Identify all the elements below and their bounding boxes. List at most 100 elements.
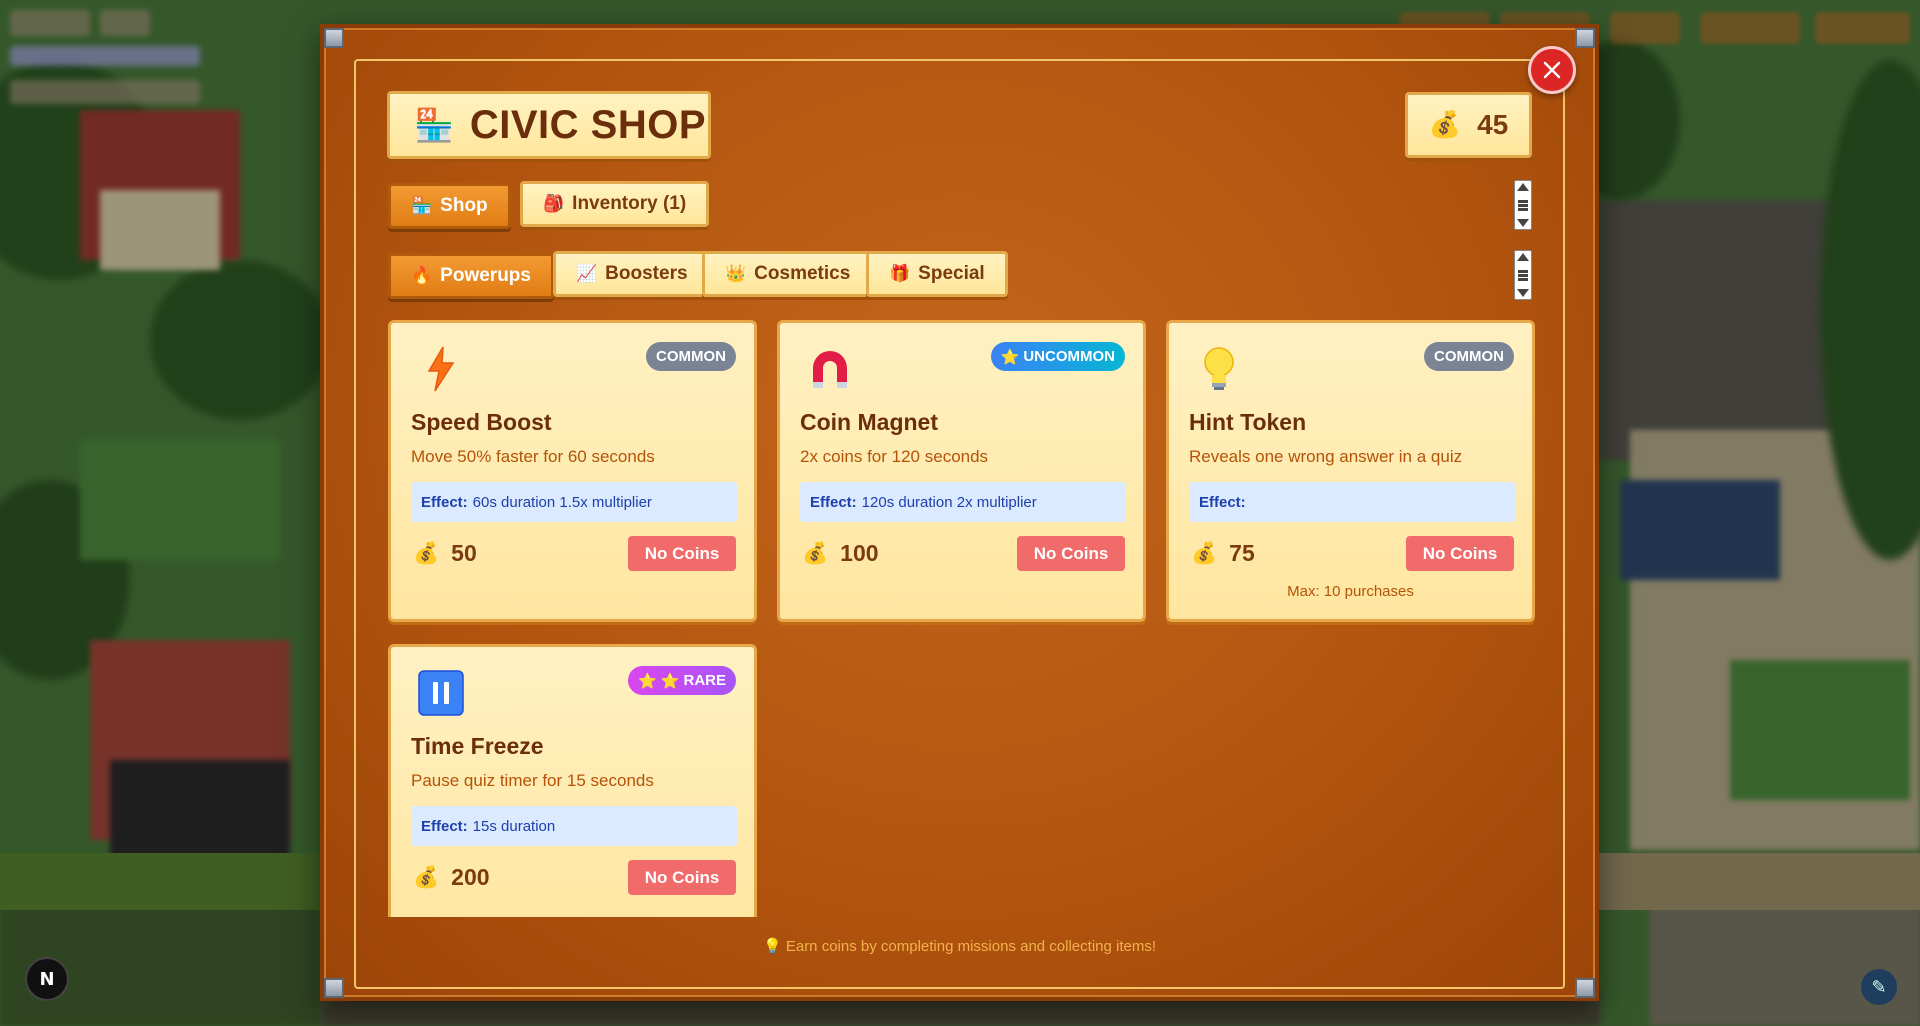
tabs-scroll-control[interactable]	[1514, 180, 1532, 230]
close-button[interactable]	[1528, 46, 1576, 94]
shop-title-box: 🏪 CIVIC SHOP	[387, 91, 711, 159]
category-boosters[interactable]: 📈 Boosters	[553, 251, 711, 297]
item-effect: Effect: 60s duration 1.5x multiplier	[411, 482, 737, 522]
scroll-down-icon[interactable]	[1517, 289, 1529, 297]
categories-scroll-control[interactable]	[1514, 250, 1532, 300]
crown-icon: 👑	[725, 264, 747, 283]
item-effect: Effect: 15s duration	[411, 806, 737, 846]
category-label: Boosters	[605, 263, 688, 284]
item-price: 💰 75	[1191, 540, 1255, 567]
price-value: 75	[1229, 540, 1255, 566]
price-value: 200	[451, 864, 490, 890]
effect-value: 120s duration 2x multiplier	[861, 493, 1037, 511]
item-description: 2x coins for 120 seconds	[800, 447, 989, 466]
item-effect: Effect: 120s duration 2x multiplier	[800, 482, 1126, 522]
item-price: 💰 100	[802, 540, 879, 567]
footer-tip-text: Earn coins by completing missions and co…	[785, 938, 1157, 955]
buy-button[interactable]: No Coins	[628, 536, 736, 571]
buy-button[interactable]: No Coins	[628, 860, 736, 895]
rarity-label: RARE	[683, 672, 726, 689]
purchase-limit: Max: 10 purchases	[1287, 583, 1414, 600]
pause-icon	[417, 669, 465, 717]
magnet-icon	[806, 345, 854, 393]
money-bag-icon: 💰	[802, 541, 829, 565]
light-bulb-icon	[1195, 345, 1243, 393]
price-value: 100	[840, 540, 879, 566]
corner-rivet	[1575, 978, 1595, 998]
effect-label: Effect:	[810, 493, 857, 511]
convenience-store-icon: 🏪	[414, 106, 454, 144]
category-cosmetics[interactable]: 👑 Cosmetics	[702, 251, 874, 297]
scroll-up-icon[interactable]	[1517, 183, 1529, 191]
category-special[interactable]: 🎁 Special	[866, 251, 1008, 297]
effect-label: Effect:	[421, 493, 468, 511]
item-description: Reveals one wrong answer in a quiz	[1189, 447, 1463, 466]
money-bag-icon: 💰	[1191, 541, 1218, 565]
category-label: Cosmetics	[754, 263, 851, 284]
money-bag-icon: 💰	[413, 865, 440, 889]
tab-inventory[interactable]: 🎒 Inventory (1)	[520, 181, 710, 227]
scroll-up-icon[interactable]	[1517, 253, 1529, 261]
star-icon: ⭐	[1000, 348, 1020, 366]
star-icon: ⭐	[638, 672, 657, 690]
effect-label: Effect:	[421, 817, 468, 835]
effect-value: 60s duration 1.5x multiplier	[472, 493, 652, 511]
item-grid: COMMON Speed Boost Move 50% faster for 6…	[380, 315, 1540, 917]
effect-label: Effect:	[1199, 493, 1246, 511]
hud-top-button	[1610, 12, 1680, 44]
tools-icon[interactable]: ✎	[1861, 969, 1897, 1005]
star-icon: ⭐	[660, 672, 680, 690]
footer-tip: 💡 Earn coins by completing missions and …	[320, 937, 1599, 955]
buy-button[interactable]: No Coins	[1017, 536, 1125, 571]
chart-icon: 📈	[576, 264, 598, 283]
item-name: Speed Boost	[411, 409, 552, 435]
item-effect: Effect:	[1189, 482, 1515, 522]
effect-value: 15s duration	[472, 817, 556, 835]
money-bag-icon: 💰	[1428, 110, 1462, 140]
rarity-badge: COMMON	[646, 342, 736, 371]
tab-shop[interactable]: 🏪 Shop	[388, 183, 511, 229]
hud-top-button	[1700, 12, 1800, 44]
coin-balance: 💰 45	[1405, 92, 1532, 158]
close-icon	[1543, 61, 1561, 79]
gift-icon: 🎁	[889, 264, 911, 283]
corner-rivet	[324, 28, 344, 48]
item-card-coin-magnet: ⭐ UNCOMMON Coin Magnet 2x coins for 120 …	[777, 320, 1146, 622]
lightning-icon	[417, 345, 465, 393]
hud-top-button	[1815, 12, 1910, 44]
corner-rivet	[1575, 28, 1595, 48]
item-name: Coin Magnet	[800, 409, 938, 435]
page-title: CIVIC SHOP	[469, 102, 706, 147]
tab-label: Shop	[440, 195, 488, 216]
fire-icon: 🔥	[411, 266, 433, 285]
price-value: 50	[451, 540, 477, 566]
nextjs-badge[interactable]: N	[25, 957, 69, 1001]
item-card-speed-boost: COMMON Speed Boost Move 50% faster for 6…	[388, 320, 757, 622]
backpack-icon: 🎒	[543, 194, 565, 213]
category-label: Special	[918, 263, 985, 284]
rarity-badge: ⭐ ⭐ RARE	[628, 666, 736, 695]
item-name: Time Freeze	[411, 733, 544, 759]
buy-button[interactable]: No Coins	[1406, 536, 1514, 571]
rarity-badge: ⭐ UNCOMMON	[990, 342, 1125, 371]
category-label: Powerups	[440, 265, 531, 286]
item-name: Hint Token	[1189, 409, 1307, 435]
hud-top-left	[10, 10, 210, 110]
scroll-down-icon[interactable]	[1517, 219, 1529, 227]
item-description: Move 50% faster for 60 seconds	[411, 447, 655, 466]
money-bag-icon: 💰	[413, 541, 440, 565]
item-description: Pause quiz timer for 15 seconds	[411, 771, 654, 790]
rarity-badge: COMMON	[1424, 342, 1514, 371]
item-price: 💰 200	[413, 864, 490, 891]
item-card-hint-token: COMMON Hint Token Reveals one wrong answ…	[1166, 320, 1535, 622]
coin-amount: 45	[1477, 109, 1509, 140]
category-powerups[interactable]: 🔥 Powerups	[388, 253, 554, 299]
light-bulb-icon: 💡	[762, 938, 782, 955]
scroll-handle-icon	[1518, 203, 1528, 207]
tab-label: Inventory (1)	[572, 193, 687, 214]
corner-rivet	[324, 978, 344, 998]
store-icon: 🏪	[411, 196, 433, 215]
item-price: 💰 50	[413, 540, 477, 567]
scroll-handle-icon	[1518, 273, 1528, 277]
rarity-label: UNCOMMON	[1023, 348, 1115, 365]
